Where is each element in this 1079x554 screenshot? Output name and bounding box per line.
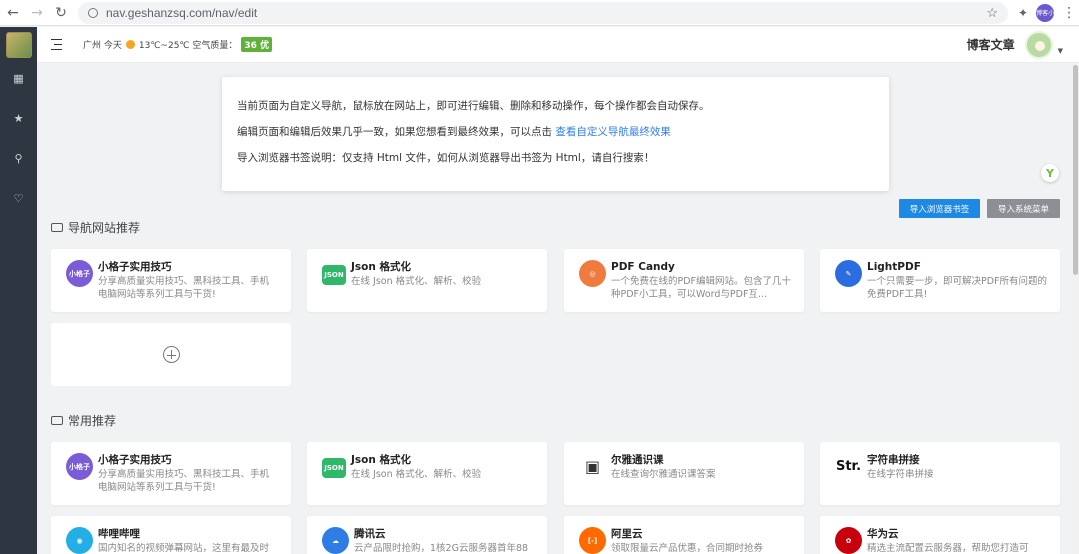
address-bar[interactable]: nav.geshanzsq.com/nav/edit ☆ [78, 1, 1008, 24]
reload-icon[interactable]: ↻ [50, 2, 72, 24]
tag-icon [51, 223, 63, 232]
edit-notice-card: 当前页面为自定义导航，鼠标放在网站上，即可进行编辑、删除和移动操作，每个操作都会… [222, 77, 889, 191]
add-site-button[interactable] [51, 323, 291, 386]
section-title-text: 常用推荐 [68, 414, 117, 428]
site-card-desc: 在线 Json 格式化、解析、校验 [351, 276, 482, 287]
site-card[interactable]: [-] 阿里云领取限量云产品优惠，合同期时抢券 [564, 516, 804, 554]
extensions-icon[interactable]: ✦ [1018, 6, 1028, 20]
sidebar: ▦ ★ ⚲ ♡ [0, 27, 37, 554]
pdf-candy-icon: ◎ [579, 260, 606, 287]
section-title-recommend: 导航网站推荐 [51, 219, 140, 236]
site-card[interactable]: Str. 字符串拼接在线字符串拼接 [820, 442, 1060, 505]
search-icon[interactable]: ⚲ [0, 138, 37, 178]
section-title-common: 常用推荐 [51, 412, 116, 429]
top-header: 广州 今天 13℃~25℃ 空气质量： 36 优 博客文章 ▼ [37, 27, 1079, 63]
site-info-icon[interactable] [88, 7, 98, 18]
aliyun-icon: [-] [579, 527, 606, 554]
user-avatar[interactable] [1024, 30, 1053, 59]
site-card-title: Json 格式化 [351, 261, 412, 273]
browser-toolbar: ← → ↻ nav.geshanzsq.com/nav/edit ☆ ✦ 博客小… [0, 0, 1079, 26]
site-card-desc: 在线字符串拼接 [867, 469, 934, 480]
site-card-desc: 云产品限时抢购，1核2G云服务器首年88 [354, 543, 529, 554]
tag-icon [51, 416, 63, 425]
json-icon: JSON [322, 265, 346, 285]
site-card[interactable]: 小格子 小格子实用技巧分享高质量实用技巧、黑科技工具、手机电脑网站等系列工具与干货… [51, 249, 291, 312]
import-system-menu-button[interactable]: 导入系统菜单 [987, 199, 1060, 218]
site-card-title: 小格子实用技巧 [98, 454, 172, 466]
site-card-title: 小格子实用技巧 [98, 261, 172, 273]
huawei-cloud-icon: ✿ [835, 527, 862, 554]
site-card-title: 华为云 [867, 528, 899, 540]
site-card[interactable]: ▣ 尔雅通识课在线查询尔雅通识课答案 [564, 442, 804, 505]
lightpdf-icon: ✎ [835, 260, 862, 287]
view-final-effect-link[interactable]: 查看自定义导航最终效果 [555, 126, 671, 138]
site-card-desc: 在线 Json 格式化、解析、校验 [351, 469, 482, 480]
weather-temp: 13℃~25℃ 空气质量： [138, 41, 238, 51]
back-icon[interactable]: ← [2, 2, 24, 24]
notice-line-2: 编辑页面和编辑后效果几乎一致，如果您想看到最终效果，可以点击 查看自定义导航最终… [237, 124, 889, 150]
site-card[interactable]: JSON Json 格式化在线 Json 格式化、解析、校验 [307, 249, 547, 312]
star-icon[interactable]: ★ [0, 98, 37, 138]
site-card[interactable]: ◎ PDF Candy 一个免费在线的PDF编辑网站。包含了几十种PDF小工具，可以… [564, 249, 804, 312]
site-card-title: PDF Candy [611, 261, 675, 273]
site-card-desc: 分享高质量实用技巧、黑科技工具、手机电脑网站等系列工具与干货! [98, 276, 270, 300]
str-icon: Str. [835, 459, 862, 474]
page-scrollbar[interactable] [1072, 63, 1079, 554]
site-card-desc: 国内知名的视频弹幕网站，这里有最及时 [98, 543, 270, 554]
weather-widget: 广州 今天 13℃~25℃ 空气质量： 36 优 [83, 37, 273, 52]
aqi-badge: 36 优 [241, 37, 273, 52]
site-card-title: 哔哩哔哩 [98, 528, 140, 540]
site-card-title: 字符串拼接 [867, 454, 920, 466]
site-card[interactable]: ☁ 腾讯云云产品限时抢购，1核2G云服务器首年88 [307, 516, 547, 554]
xiaogezi-icon: 小格子 [66, 453, 93, 480]
chevron-down-icon[interactable]: ▼ [1058, 47, 1063, 55]
url-text: nav.geshanzsq.com/nav/edit [106, 5, 258, 20]
heart-icon[interactable]: ♡ [0, 178, 37, 218]
site-card-title: 腾讯云 [354, 528, 386, 540]
grid-icon[interactable]: ▦ [0, 58, 37, 98]
sun-icon [125, 40, 135, 49]
import-bookmarks-button[interactable]: 导入浏览器书签 [899, 199, 980, 218]
json-icon: JSON [322, 458, 346, 478]
erya-icon: ▣ [584, 457, 601, 476]
site-card-desc: 分享高质量实用技巧、黑科技工具、手机电脑网站等系列工具与干货! [98, 469, 270, 493]
weather-city: 广州 今天 [83, 41, 122, 51]
site-card-desc: 精选主流配置云服务器，帮助您打造可 [867, 543, 1029, 554]
forward-icon[interactable]: → [26, 2, 48, 24]
site-card[interactable]: ✿ 华为云精选主流配置云服务器，帮助您打造可 [820, 516, 1060, 554]
notice-line-1: 当前页面为自定义导航，鼠标放在网站上，即可进行编辑、删除和移动操作，每个操作都会… [237, 100, 710, 112]
site-card-desc: 领取限量云产品优惠，合同期时抢券 [611, 543, 764, 554]
site-card-title: LightPDF [867, 261, 921, 273]
xiaogezi-icon: 小格子 [66, 260, 93, 287]
plus-circle-icon [162, 346, 180, 363]
site-card[interactable]: 小格子 小格子实用技巧分享高质量实用技巧、黑科技工具、手机电脑网站等系列工具与干货… [51, 442, 291, 505]
browser-menu-icon[interactable]: ⋮ [1062, 5, 1076, 21]
site-card[interactable]: ◉ 哔哩哔哩国内知名的视频弹幕网站，这里有最及时 [51, 516, 291, 554]
blog-link[interactable]: 博客文章 [967, 36, 1015, 53]
bookmark-star-icon[interactable]: ☆ [986, 5, 998, 21]
widget-y-icon[interactable]: Y [1041, 164, 1059, 182]
profile-avatar[interactable]: 博客小 [1036, 3, 1054, 22]
site-card[interactable]: JSON Json 格式化在线 Json 格式化、解析、校验 [307, 442, 547, 505]
site-card-desc: 一个只需要一步，即可解决PDF所有问题的免费PDF工具! [867, 276, 1048, 300]
notice-line-3: 导入浏览器书签说明：仅支持 Html 文件，如何从浏览器导出书签为 Html，请… [237, 152, 655, 164]
site-card-title: 尔雅通识课 [611, 454, 664, 466]
site-card-desc: 一个免费在线的PDF编辑网站。包含了几十种PDF小工具，可以Word与PDF互… [611, 276, 792, 300]
site-logo[interactable] [5, 32, 32, 58]
notice-line-2-text: 编辑页面和编辑后效果几乎一致，如果您想看到最终效果，可以点击 [237, 126, 552, 138]
site-card-title: 阿里云 [611, 528, 643, 540]
section-title-text: 导航网站推荐 [68, 221, 141, 235]
site-card[interactable]: ✎ LightPDF 一个只需要一步，即可解决PDF所有问题的免费PDF工具! [820, 249, 1060, 312]
scrollbar-thumb[interactable] [1073, 65, 1078, 275]
site-card-desc: 在线查询尔雅通识课答案 [611, 469, 716, 480]
site-card-title: Json 格式化 [351, 454, 412, 466]
menu-collapse-icon[interactable] [48, 38, 62, 51]
tencent-cloud-icon: ☁ [322, 527, 349, 554]
bilibili-icon: ◉ [66, 527, 93, 554]
